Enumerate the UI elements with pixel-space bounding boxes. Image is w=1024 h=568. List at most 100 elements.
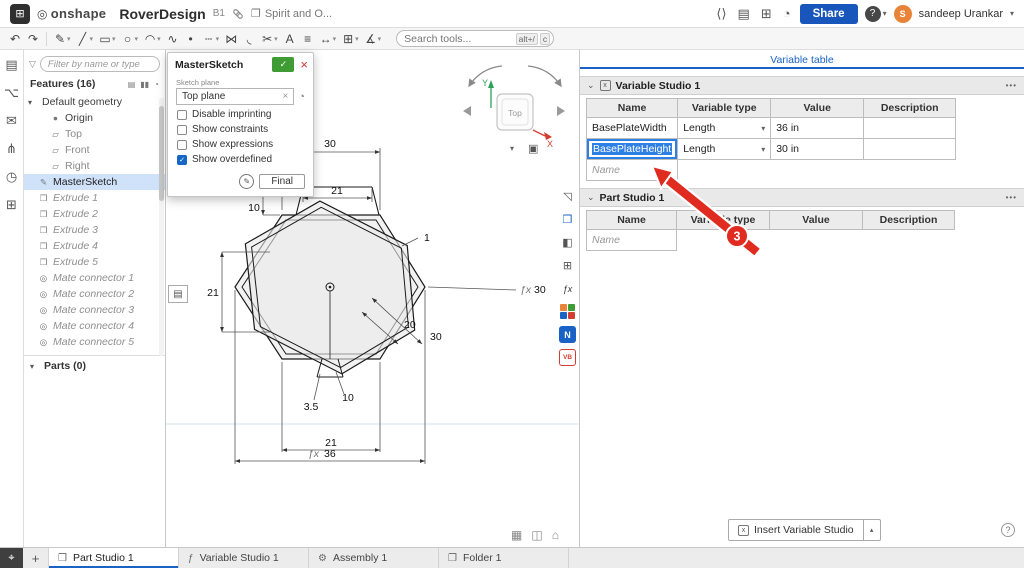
tree-item-front-plane[interactable]: ▱Front — [24, 142, 165, 158]
tree-item-top-plane[interactable]: ▱Top — [24, 126, 165, 142]
suppress-icon[interactable]: ▮▮ — [140, 80, 149, 89]
avatar[interactable]: S — [894, 5, 912, 23]
accept-button[interactable]: ✓ — [272, 57, 294, 72]
tab-assembly-1[interactable]: ⚙ Assembly 1 — [309, 548, 439, 568]
collapse-chevron-icon[interactable]: ⌄ — [587, 80, 595, 91]
tree-item-extrude-3[interactable]: ❒Extrude 3 — [24, 222, 165, 238]
view-cube-face-label[interactable]: Top — [508, 108, 522, 118]
version-label[interactable]: B1 — [213, 8, 225, 19]
notifications-icon[interactable]: ◔ — [781, 6, 793, 21]
user-menu-chevron-icon[interactable]: ▾ — [1010, 9, 1014, 18]
dim-slot-offset[interactable]: 3.5 — [304, 401, 319, 413]
checkbox-unchecked[interactable] — [177, 140, 187, 150]
construction-tool-button[interactable]: ┄▾ — [200, 29, 223, 49]
vb-app-icon[interactable]: VB — [559, 349, 576, 366]
search-input[interactable] — [404, 33, 513, 45]
sketch-plane-field[interactable]: Top plane × — [176, 88, 294, 105]
fillet-tool-button[interactable]: ◟ — [240, 29, 258, 49]
variable-type-cell[interactable]: Length▾ — [678, 118, 771, 139]
dim-side-width[interactable]: 30 — [534, 284, 546, 296]
variable-value-cell[interactable]: 30 in — [771, 139, 864, 160]
sketch-tool-button[interactable]: ✎▾ — [51, 29, 74, 49]
dim-top-width[interactable]: 30 — [324, 138, 336, 150]
capture-tool-button[interactable]: ⌖ — [0, 548, 23, 568]
filter-input[interactable] — [40, 56, 160, 72]
parts-section-header[interactable]: ▾ Parts (0) — [24, 355, 165, 376]
circle-tool-button[interactable]: ○▾ — [119, 29, 142, 49]
comments-icon[interactable]: ✉ — [6, 114, 17, 127]
help-menu-button[interactable]: ? ▾ — [865, 6, 887, 22]
checkbox-unchecked[interactable] — [177, 110, 187, 120]
clock-icon[interactable]: ◔ — [298, 91, 305, 103]
spline-tool-button[interactable]: ∿ — [164, 29, 182, 49]
search-tools[interactable]: alt+/ c — [396, 30, 554, 47]
breadcrumb[interactable]: ❐ Spirit and O... — [251, 7, 332, 20]
checkbox-checked[interactable]: ✓ — [177, 155, 187, 165]
trim-tool-button[interactable]: ✂▾ — [258, 29, 281, 49]
overflow-menu-icon[interactable]: ••• — [1006, 81, 1017, 90]
collapsed-list-handle[interactable]: ▤ — [168, 285, 188, 303]
isometric-cube-icon[interactable]: ❒ — [559, 211, 576, 228]
n-app-icon[interactable]: N — [559, 326, 576, 343]
dimension-tool-button[interactable]: ↔▾ — [317, 29, 340, 49]
panel-help-icon[interactable]: ? — [1001, 523, 1015, 537]
list-view-icon[interactable]: ▤ — [128, 80, 136, 89]
link-icon[interactable] — [232, 8, 244, 20]
tree-item-mate-connector-2[interactable]: ◎Mate connector 2 — [24, 286, 165, 302]
share-links-icon[interactable]: ⋔ — [6, 142, 17, 155]
angle-tool-button[interactable]: ∡▾ — [362, 29, 385, 49]
overflow-menu-icon[interactable]: ••• — [1006, 193, 1017, 202]
variable-description-cell[interactable] — [864, 139, 956, 160]
arc-tool-button[interactable]: ◠▾ — [141, 29, 164, 49]
view-options-chevron-icon[interactable]: ▾ — [510, 144, 514, 153]
checkbox-row[interactable]: ✓Show overdefined — [177, 154, 304, 165]
clear-selection-icon[interactable]: × — [283, 91, 289, 102]
view-cube[interactable]: Top Y X — [463, 66, 565, 149]
view-mode-cube-icon[interactable]: ▣ — [528, 142, 538, 155]
print-icon[interactable]: ▦ — [511, 528, 522, 542]
insert-variable-studio-button[interactable]: x Insert Variable Studio — [728, 519, 864, 541]
variable-type-cell[interactable]: Length▾ — [678, 139, 771, 160]
checkbox-row[interactable]: Show constraints — [177, 124, 304, 135]
tree-item-extrude-2[interactable]: ❒Extrude 2 — [24, 206, 165, 222]
mirror-tool-button[interactable]: ⋈ — [222, 29, 240, 49]
orientation-icon[interactable]: ◹ — [559, 188, 576, 205]
rectangle-tool-button[interactable]: ▭▾ — [96, 29, 119, 49]
variable-name-cell-editing[interactable]: BasePlateHeight — [587, 139, 678, 160]
home-view-icon[interactable]: ⌂ — [552, 528, 559, 542]
grid-settings-icon[interactable]: ⊞ — [559, 257, 576, 274]
dim-overall-width[interactable]: 36 — [324, 448, 336, 460]
line-tool-button[interactable]: ╱▾ — [74, 29, 97, 49]
palette-icon[interactable] — [559, 303, 576, 320]
redo-button[interactable]: ↷ — [24, 29, 42, 49]
dim-wall-thickness[interactable]: 1 — [424, 232, 430, 244]
tree-item-mate-connector-3[interactable]: ◎Mate connector 3 — [24, 302, 165, 318]
section-view-icon[interactable]: ◧ — [559, 234, 576, 251]
variable-studio-1-header[interactable]: ⌄ x Variable Studio 1 ••• — [580, 76, 1024, 95]
dim-tab-height[interactable]: 10 — [248, 202, 260, 214]
tree-item-mate-connector-5[interactable]: ◎Mate connector 5 — [24, 334, 165, 350]
part-studio-1-header[interactable]: ⌄ Part Studio 1 ••• — [580, 188, 1024, 207]
featurescript-fx-icon[interactable]: ƒx — [559, 280, 576, 297]
collapse-chevron-icon[interactable]: ⌄ — [587, 192, 595, 203]
tree-item-extrude-1[interactable]: ❒Extrude 1 — [24, 190, 165, 206]
app-launcher-button[interactable]: ⊞ — [10, 4, 30, 24]
checkbox-row[interactable]: Disable imprinting — [177, 109, 304, 120]
tree-item-extrude-4[interactable]: ❒Extrude 4 — [24, 238, 165, 254]
dim-diagonal-width[interactable]: 30 — [430, 331, 442, 343]
text-tool-button[interactable]: A — [281, 29, 299, 49]
scrollbar[interactable] — [159, 98, 164, 356]
dim-left-height[interactable]: 21 — [207, 287, 219, 299]
tab-folder-1[interactable]: ❐ Folder 1 — [439, 548, 569, 568]
new-variable-name-cell[interactable]: Name — [587, 160, 678, 181]
dim-inner-width[interactable]: 20 — [404, 319, 416, 331]
snapshot-icon[interactable]: ◫ — [531, 528, 542, 542]
point-tool-button[interactable]: • — [182, 29, 200, 49]
final-button[interactable]: Final — [259, 174, 305, 189]
tree-item-right-plane[interactable]: ▱Right — [24, 158, 165, 174]
cancel-button[interactable]: × — [300, 58, 308, 71]
undo-button[interactable]: ↶ — [6, 29, 24, 49]
checkbox-row[interactable]: Show expressions — [177, 139, 304, 150]
rollback-icon[interactable]: ◔ — [154, 80, 159, 89]
checkbox-unchecked[interactable] — [177, 125, 187, 135]
